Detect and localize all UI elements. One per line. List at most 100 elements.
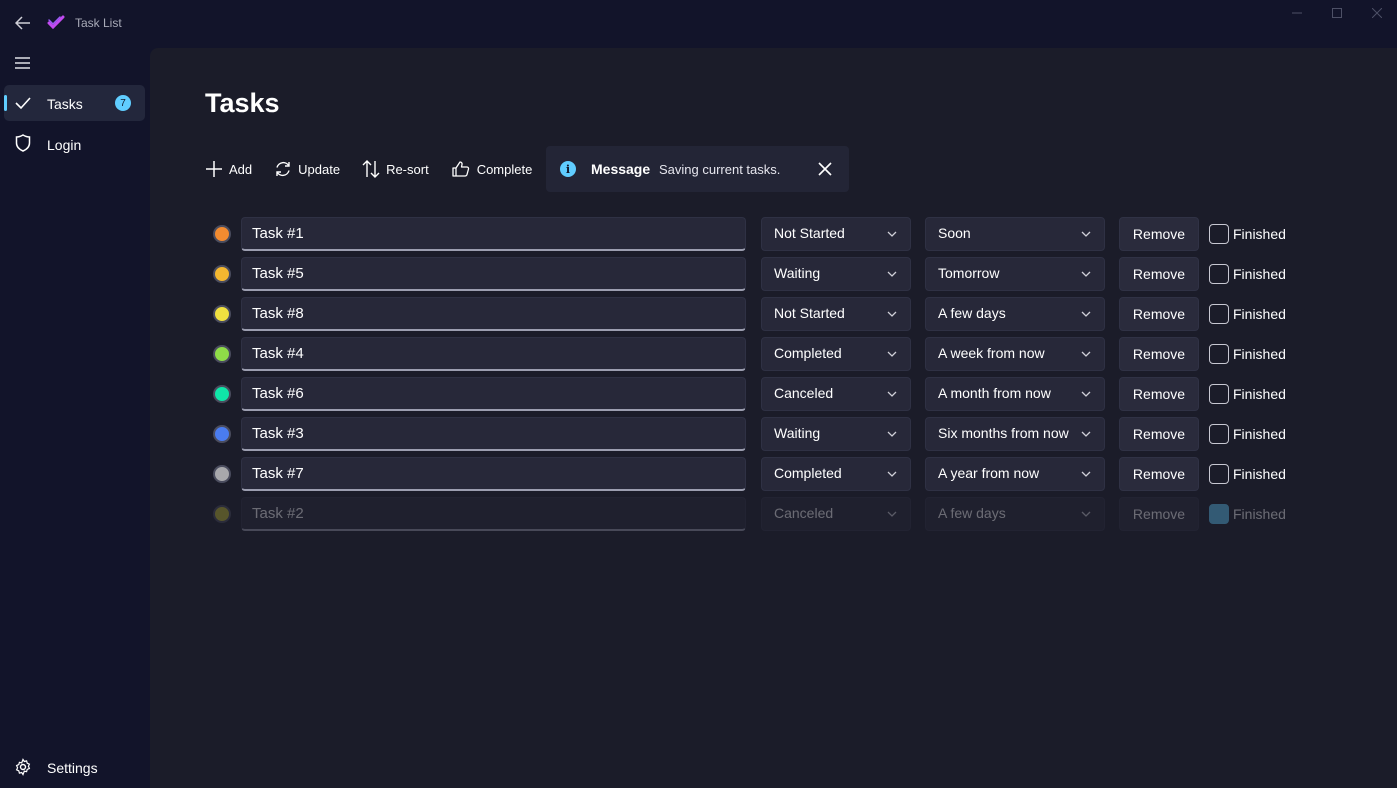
maximize-icon bbox=[1332, 8, 1342, 18]
task-row: Canceled A few days Remove Finished bbox=[210, 497, 1310, 531]
status-dropdown[interactable]: Canceled bbox=[761, 377, 911, 411]
task-color-dot[interactable] bbox=[213, 425, 231, 443]
close-window-button[interactable] bbox=[1357, 0, 1397, 26]
remove-button[interactable]: Remove bbox=[1119, 217, 1199, 251]
update-button[interactable]: Update bbox=[274, 158, 340, 180]
minimize-icon bbox=[1292, 12, 1302, 14]
remove-button[interactable]: Remove bbox=[1119, 257, 1199, 291]
due-dropdown[interactable]: A year from now bbox=[925, 457, 1105, 491]
arrow-left-icon bbox=[15, 16, 30, 30]
chevron-down-icon bbox=[1081, 391, 1091, 397]
chevron-down-icon bbox=[887, 231, 897, 237]
status-dropdown[interactable]: Completed bbox=[761, 457, 911, 491]
chevron-down-icon bbox=[887, 271, 897, 277]
due-value: A few days bbox=[938, 505, 1006, 521]
thumbs-up-icon bbox=[452, 161, 469, 177]
minimize-button[interactable] bbox=[1277, 0, 1317, 26]
task-color-dot[interactable] bbox=[213, 305, 231, 323]
task-color-dot[interactable] bbox=[213, 345, 231, 363]
finished-checkbox[interactable] bbox=[1209, 304, 1229, 324]
status-value: Completed bbox=[774, 345, 842, 361]
due-dropdown[interactable]: A month from now bbox=[925, 377, 1105, 411]
status-value: Waiting bbox=[774, 425, 821, 441]
due-value: A month from now bbox=[938, 385, 1051, 401]
add-button[interactable]: Add bbox=[205, 158, 252, 180]
task-color-dot[interactable] bbox=[213, 265, 231, 283]
finished-checkbox[interactable] bbox=[1209, 344, 1229, 364]
app-title: Task List bbox=[75, 16, 122, 30]
due-dropdown[interactable]: A week from now bbox=[925, 337, 1105, 371]
task-row: Waiting Six months from now Remove Finished bbox=[210, 417, 1310, 451]
finished-label: Finished bbox=[1233, 506, 1286, 522]
chevron-down-icon bbox=[887, 311, 897, 317]
sidebar-item-label: Login bbox=[47, 137, 82, 153]
status-dropdown[interactable]: Waiting bbox=[761, 417, 911, 451]
finished-checkbox[interactable] bbox=[1209, 224, 1229, 244]
sidebar-item-settings[interactable]: Settings bbox=[4, 749, 145, 785]
task-color-dot[interactable] bbox=[213, 225, 231, 243]
remove-button[interactable]: Remove bbox=[1119, 337, 1199, 371]
status-dropdown[interactable]: Waiting bbox=[761, 257, 911, 291]
status-value: Not Started bbox=[774, 225, 845, 241]
task-name-input[interactable] bbox=[241, 257, 746, 291]
settings-label: Settings bbox=[47, 760, 98, 776]
finished-label: Finished bbox=[1233, 266, 1286, 282]
remove-button[interactable]: Remove bbox=[1119, 457, 1199, 491]
resort-button[interactable]: Re-sort bbox=[362, 158, 429, 180]
task-color-dot[interactable] bbox=[213, 385, 231, 403]
task-name-input[interactable] bbox=[241, 297, 746, 331]
status-dropdown[interactable]: Completed bbox=[761, 337, 911, 371]
due-dropdown[interactable]: Six months from now bbox=[925, 417, 1105, 451]
status-value: Canceled bbox=[774, 385, 834, 401]
remove-button[interactable]: Remove bbox=[1119, 297, 1199, 331]
due-dropdown[interactable]: Tomorrow bbox=[925, 257, 1105, 291]
due-value: Tomorrow bbox=[938, 265, 1000, 281]
selection-indicator bbox=[4, 95, 7, 111]
back-button[interactable] bbox=[12, 13, 34, 33]
tasks-count-badge: 7 bbox=[115, 95, 131, 111]
remove-button[interactable]: Remove bbox=[1119, 377, 1199, 411]
task-name-input[interactable] bbox=[241, 377, 746, 411]
task-name-input[interactable] bbox=[241, 417, 746, 451]
status-dropdown[interactable]: Canceled bbox=[761, 497, 911, 531]
remove-button[interactable]: Remove bbox=[1119, 497, 1199, 531]
finished-label: Finished bbox=[1233, 346, 1286, 362]
maximize-button[interactable] bbox=[1317, 0, 1357, 26]
finished-checkbox[interactable] bbox=[1209, 504, 1229, 524]
task-name-input[interactable] bbox=[241, 217, 746, 251]
finished-checkbox[interactable] bbox=[1209, 464, 1229, 484]
resort-label: Re-sort bbox=[386, 161, 429, 177]
task-color-dot[interactable] bbox=[213, 465, 231, 483]
refresh-icon bbox=[276, 161, 290, 177]
chevron-down-icon bbox=[1081, 511, 1091, 517]
chevron-down-icon bbox=[1081, 431, 1091, 437]
task-row: Not Started Soon Remove Finished bbox=[210, 217, 1310, 251]
due-dropdown[interactable]: A few days bbox=[925, 297, 1105, 331]
finished-label: Finished bbox=[1233, 306, 1286, 322]
task-name-input[interactable] bbox=[241, 497, 746, 531]
finished-checkbox[interactable] bbox=[1209, 424, 1229, 444]
status-dropdown[interactable]: Not Started bbox=[761, 217, 911, 251]
due-dropdown[interactable]: A few days bbox=[925, 497, 1105, 531]
info-bar-message: Saving current tasks. bbox=[659, 162, 781, 177]
chevron-down-icon bbox=[1081, 231, 1091, 237]
hamburger-menu-button[interactable] bbox=[13, 54, 35, 72]
task-name-input[interactable] bbox=[241, 457, 746, 491]
status-dropdown[interactable]: Not Started bbox=[761, 297, 911, 331]
due-value: A year from now bbox=[938, 465, 1040, 481]
checkmark-icon bbox=[14, 94, 32, 112]
remove-button[interactable]: Remove bbox=[1119, 417, 1199, 451]
finished-checkbox[interactable] bbox=[1209, 384, 1229, 404]
sidebar-item-login[interactable]: Login bbox=[4, 125, 145, 161]
task-row: Waiting Tomorrow Remove Finished bbox=[210, 257, 1310, 291]
finished-checkbox[interactable] bbox=[1209, 264, 1229, 284]
task-name-input[interactable] bbox=[241, 337, 746, 371]
status-value: Canceled bbox=[774, 505, 834, 521]
sidebar-item-tasks[interactable]: Tasks 7 bbox=[4, 85, 145, 121]
complete-button[interactable]: Complete bbox=[451, 158, 532, 180]
info-bar-close-button[interactable] bbox=[816, 160, 834, 178]
info-icon: i bbox=[560, 161, 576, 177]
finished-label: Finished bbox=[1233, 386, 1286, 402]
task-color-dot[interactable] bbox=[213, 505, 231, 523]
due-dropdown[interactable]: Soon bbox=[925, 217, 1105, 251]
